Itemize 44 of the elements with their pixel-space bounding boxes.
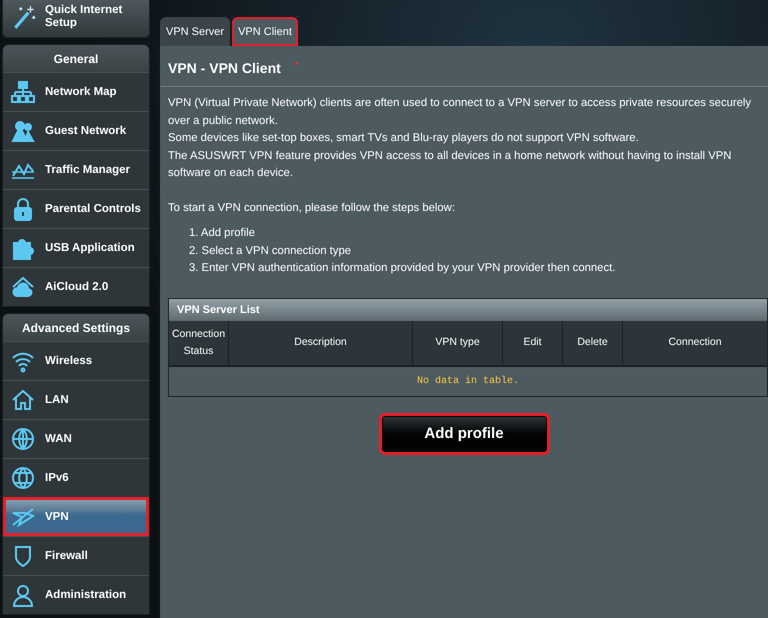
cloud-icon [11,275,35,299]
menu-item[interactable]: AiCloud 2.0 [3,267,149,306]
description-text: Some devices like set-top boxes, smart TVs and Blu-ray players do not support VPN software. [168,131,640,146]
section-title: General [3,45,149,72]
column-header: VPN type [412,320,502,364]
description-text: The ASUSWRT VPN feature provides VPN access to all devices in a home network without having to install VPN software on each device. [168,148,732,181]
empty-table-message: No data in table. [169,364,767,396]
column-header: Delete [562,320,622,364]
tab[interactable]: VPN Client [232,17,298,46]
step-text: 2. Select a VPN connection type [189,244,352,258]
menu-item[interactable]: LAN [3,380,149,419]
menu-item[interactable]: Network Map [3,72,149,111]
menu-item[interactable]: Wireless [3,341,149,380]
step-text: 3. Enter VPN authentication information provided by your VPN provider then connect. [189,261,616,276]
column-header: Connection [622,320,767,364]
network-icon [11,80,35,104]
table-title: VPN Server List [169,298,767,320]
menu-item[interactable]: Guest Network [3,111,149,150]
menu-item[interactable]: WAN [3,419,149,458]
menu-item[interactable]: USB Application [3,228,149,267]
column-header: Connection Status [170,326,226,358]
instructions-text: To start a VPN connection, please follow the steps below: [168,200,456,216]
menu-item[interactable]: Firewall [3,536,149,575]
menu-item[interactable]: Administration [3,575,149,614]
required-mark: * [294,60,300,72]
person-icon [11,583,35,607]
magic-wand-icon [11,4,37,30]
column-header: Edit [502,320,562,364]
menu-item[interactable]: Traffic Manager [3,150,149,189]
menu-item[interactable]: VPN [3,497,149,536]
menu-item[interactable]: Parental Controls [3,189,149,228]
description-text: VPN (Virtual Private Network) clients are often used to connect to a VPN server to access private resources securely over a public network. [168,96,752,128]
quick-setup-button[interactable]: Quick Internet Setup [2,0,150,38]
globe-icon [11,427,35,451]
column-header: Description [228,320,412,364]
people-icon [11,119,35,143]
section-title: Advanced Settings [3,314,149,341]
tab[interactable]: VPN Server [160,17,230,46]
house-icon [11,388,35,412]
step-text: 1. Add profile [189,226,256,241]
padlock-icon [11,197,35,221]
page-title: VPN - VPN Client [168,60,281,76]
puzzle-icon [11,236,35,260]
globe-icon [11,466,35,490]
